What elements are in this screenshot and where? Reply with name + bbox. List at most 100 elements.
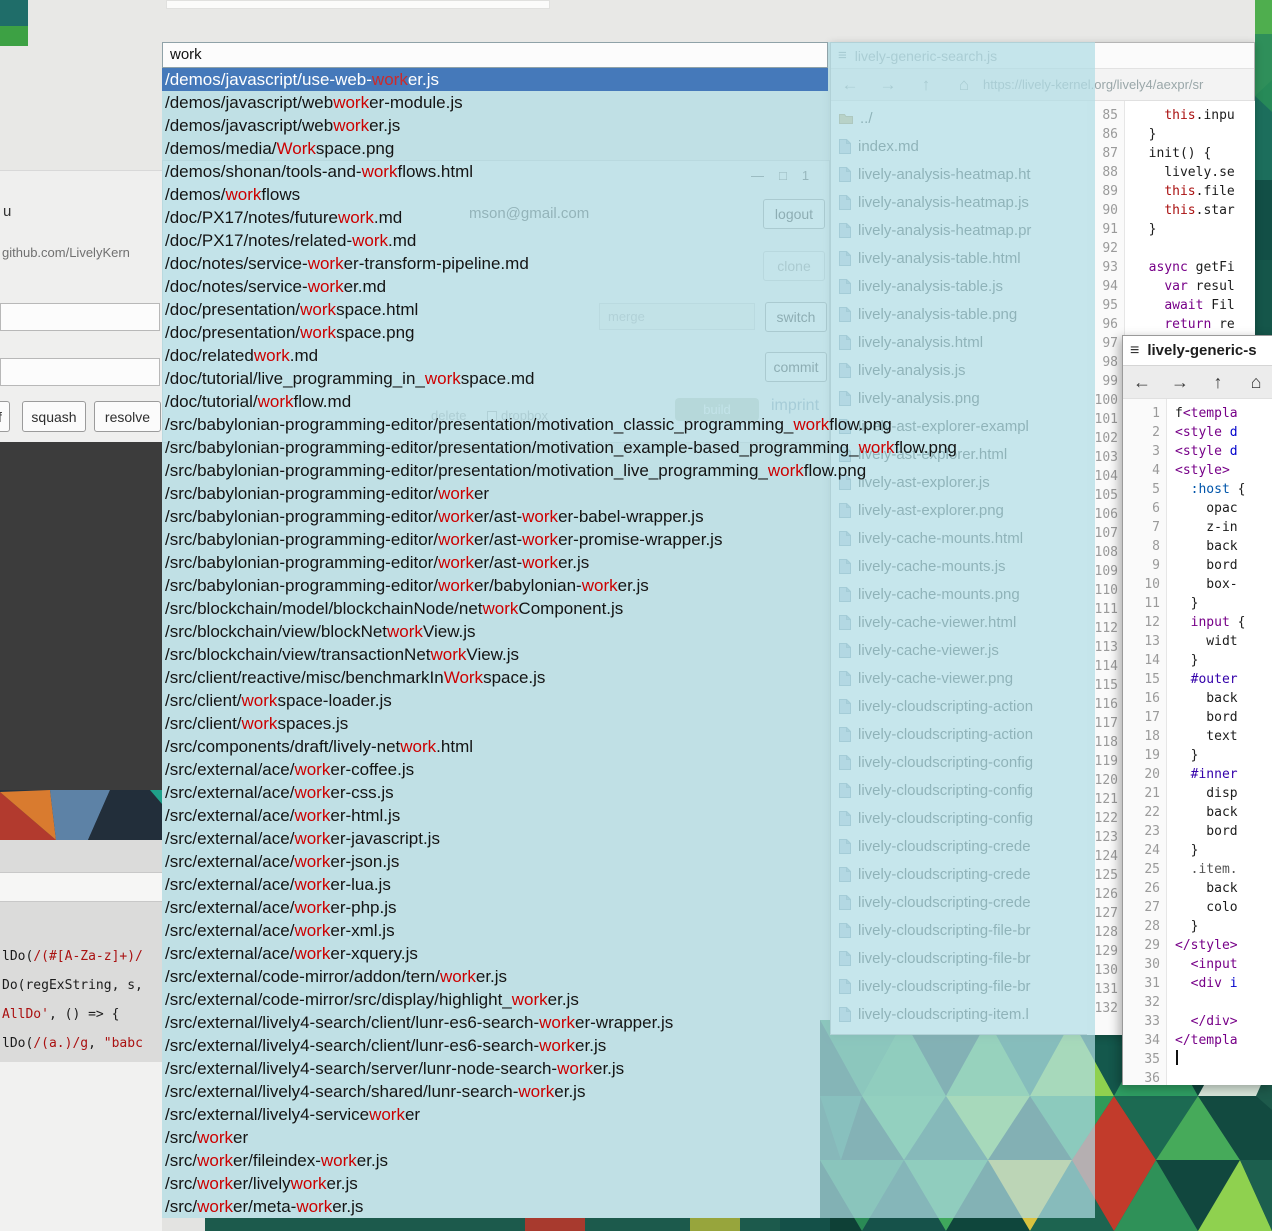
- menu-icon[interactable]: ≡: [1130, 342, 1139, 360]
- wallpaper-edge-strip: [1255, 0, 1272, 345]
- code-line: input {: [1175, 613, 1272, 632]
- search-result[interactable]: /doc/relatedwork.md: [162, 344, 1095, 367]
- search-result[interactable]: /src/babylonian-programming-editor/worke…: [162, 528, 1095, 551]
- code-line: box-: [1175, 575, 1272, 594]
- search-result[interactable]: /doc/notes/service-worker.md: [162, 275, 1095, 298]
- search-result[interactable]: /src/external/ace/worker-lua.js: [162, 873, 1095, 896]
- search-result[interactable]: /src/babylonian-programming-editor/worke…: [162, 551, 1095, 574]
- code-line: AllDo', () => {: [2, 1000, 143, 1029]
- editor-nav-bar: ← → ↑ ⌂: [1123, 366, 1272, 399]
- search-result[interactable]: /src/components/draft/lively-network.htm…: [162, 735, 1095, 758]
- forward-icon[interactable]: →: [1161, 372, 1199, 393]
- search-result[interactable]: /src/external/code-mirror/addon/tern/wor…: [162, 965, 1095, 988]
- search-result[interactable]: /src/worker/livelyworker.js: [162, 1172, 1095, 1195]
- code-line: <style d: [1175, 442, 1272, 461]
- white-area: [0, 1062, 162, 1231]
- code-editor-template[interactable]: 1234567891011121314151617181920212223242…: [1123, 399, 1272, 1085]
- search-input[interactable]: work: [162, 42, 828, 68]
- repo-link[interactable]: github.com/LivelyKern: [2, 245, 160, 260]
- code-line: back: [1175, 537, 1272, 556]
- search-result[interactable]: /src/external/ace/worker-coffee.js: [162, 758, 1095, 781]
- search-result[interactable]: /demos/javascript/webworker.js: [162, 114, 1095, 137]
- partial-button[interactable]: f: [0, 401, 10, 432]
- code-line: [1175, 993, 1272, 1012]
- search-result[interactable]: /src/external/ace/worker-javascript.js: [162, 827, 1095, 850]
- search-result[interactable]: /src/babylonian-programming-editor/worke…: [162, 482, 1095, 505]
- search-result[interactable]: /doc/presentation/workspace.html: [162, 298, 1095, 321]
- squash-button[interactable]: squash: [22, 401, 86, 432]
- search-result[interactable]: /src/external/ace/worker-php.js: [162, 896, 1095, 919]
- search-result[interactable]: /src/worker: [162, 1126, 1095, 1149]
- desktop: { "search_overlay": { "query": "work", "…: [0, 0, 1272, 1231]
- code-line: [1175, 1050, 1272, 1069]
- code-line: back: [1175, 803, 1272, 822]
- search-result[interactable]: /src/babylonian-programming-editor/prese…: [162, 436, 1095, 459]
- code-line: text: [1175, 727, 1272, 746]
- editor-window-title: lively-generic-s: [1147, 342, 1256, 359]
- search-result[interactable]: /doc/tutorial/workflow.md: [162, 390, 1095, 413]
- code-line: <div i: [1175, 974, 1272, 993]
- search-result[interactable]: /src/blockchain/view/transactionNetworkV…: [162, 643, 1095, 666]
- code-line: lDo(/(a.)/g, "babc: [2, 1029, 143, 1058]
- search-result[interactable]: /src/external/lively4-search/client/lunr…: [162, 1034, 1095, 1057]
- horizontal-bar: [0, 872, 162, 902]
- resolve-button[interactable]: resolve: [94, 401, 161, 432]
- search-result-selected[interactable]: /demos/javascript/use-web-worker.js: [162, 68, 828, 91]
- search-result[interactable]: /src/external/ace/worker-json.js: [162, 850, 1095, 873]
- search-result[interactable]: /src/client/reactive/misc/benchmarkInWor…: [162, 666, 1095, 689]
- git-sync-left-panel: u github.com/LivelyKern f squash resolve: [0, 170, 162, 442]
- code-line: this.star: [1133, 201, 1255, 220]
- partial-text: u: [3, 203, 11, 220]
- search-result[interactable]: /src/worker/fileindex-worker.js: [162, 1149, 1095, 1172]
- search-result[interactable]: /src/blockchain/model/blockchainNode/net…: [162, 597, 1095, 620]
- search-result[interactable]: /src/client/workspace-loader.js: [162, 689, 1095, 712]
- search-result[interactable]: /src/babylonian-programming-editor/prese…: [162, 413, 1095, 436]
- search-result[interactable]: /demos/media/Workspace.png: [162, 137, 1095, 160]
- search-result[interactable]: /src/blockchain/view/blockNetworkView.js: [162, 620, 1095, 643]
- search-result[interactable]: /src/babylonian-programming-editor/prese…: [162, 459, 1095, 482]
- search-result[interactable]: /doc/PX17/notes/related-work.md: [162, 229, 1095, 252]
- search-result[interactable]: /src/external/ace/worker-xquery.js: [162, 942, 1095, 965]
- file-search-overlay: work /demos/javascript/use-web-worker.js…: [162, 42, 1095, 1218]
- code-line: <style d: [1175, 423, 1272, 442]
- code-line: #inner: [1175, 765, 1272, 784]
- search-result[interactable]: /doc/notes/service-worker-transform-pipe…: [162, 252, 1095, 275]
- search-result[interactable]: /demos/shonan/tools-and-workflows.html: [162, 160, 1095, 183]
- code-line: colo: [1175, 898, 1272, 917]
- code-line: .item.: [1175, 860, 1272, 879]
- search-result[interactable]: /doc/presentation/workspace.png: [162, 321, 1095, 344]
- bottom-left-panel: lDo(/(#[A-Za-z]+)/Do(regExString, s,AllD…: [0, 840, 162, 1231]
- code-line: #outer: [1175, 670, 1272, 689]
- search-result[interactable]: /src/worker/meta-worker.js: [162, 1195, 1095, 1218]
- search-result[interactable]: /src/external/lively4-search/client/lunr…: [162, 1011, 1095, 1034]
- code-line: </div>: [1175, 1012, 1272, 1031]
- search-result[interactable]: /src/external/code-mirror/src/display/hi…: [162, 988, 1095, 1011]
- search-result[interactable]: /src/external/lively4-search/server/lunr…: [162, 1057, 1095, 1080]
- search-result[interactable]: /demos/workflows: [162, 183, 1095, 206]
- input-bar[interactable]: [0, 358, 160, 386]
- search-result[interactable]: /doc/tutorial/live_programming_in_worksp…: [162, 367, 1095, 390]
- search-result[interactable]: /src/external/lively4-search/shared/lunr…: [162, 1080, 1095, 1103]
- code-line: </style>: [1175, 936, 1272, 955]
- search-result[interactable]: /src/client/workspaces.js: [162, 712, 1095, 735]
- search-result[interactable]: /src/babylonian-programming-editor/worke…: [162, 574, 1095, 597]
- back-icon[interactable]: ←: [1123, 372, 1161, 393]
- code-line: this.inpu: [1133, 106, 1255, 125]
- text-cursor: [1176, 1050, 1178, 1065]
- search-result[interactable]: /src/external/ace/worker-html.js: [162, 804, 1095, 827]
- search-result[interactable]: /doc/PX17/notes/futurework.md: [162, 206, 1095, 229]
- search-result[interactable]: /src/babylonian-programming-editor/worke…: [162, 505, 1095, 528]
- code-line: lDo(/(#[A-Za-z]+)/: [2, 942, 143, 971]
- home-icon[interactable]: ⌂: [1237, 372, 1272, 393]
- code-line: await Fil: [1133, 296, 1255, 315]
- up-icon[interactable]: ↑: [1199, 372, 1237, 393]
- search-result[interactable]: /src/external/ace/worker-css.js: [162, 781, 1095, 804]
- code-line: <style>: [1175, 461, 1272, 480]
- search-result[interactable]: /src/external/ace/worker-xml.js: [162, 919, 1095, 942]
- code-line: [1133, 239, 1255, 258]
- input-bar[interactable]: [0, 303, 160, 331]
- search-result[interactable]: /demos/javascript/webworker-module.js: [162, 91, 1095, 114]
- search-result[interactable]: /src/external/lively4-serviceworker: [162, 1103, 1095, 1126]
- code-line: }: [1175, 594, 1272, 613]
- code-area[interactable]: f<templa<style d<style d<style> :host { …: [1167, 399, 1272, 1085]
